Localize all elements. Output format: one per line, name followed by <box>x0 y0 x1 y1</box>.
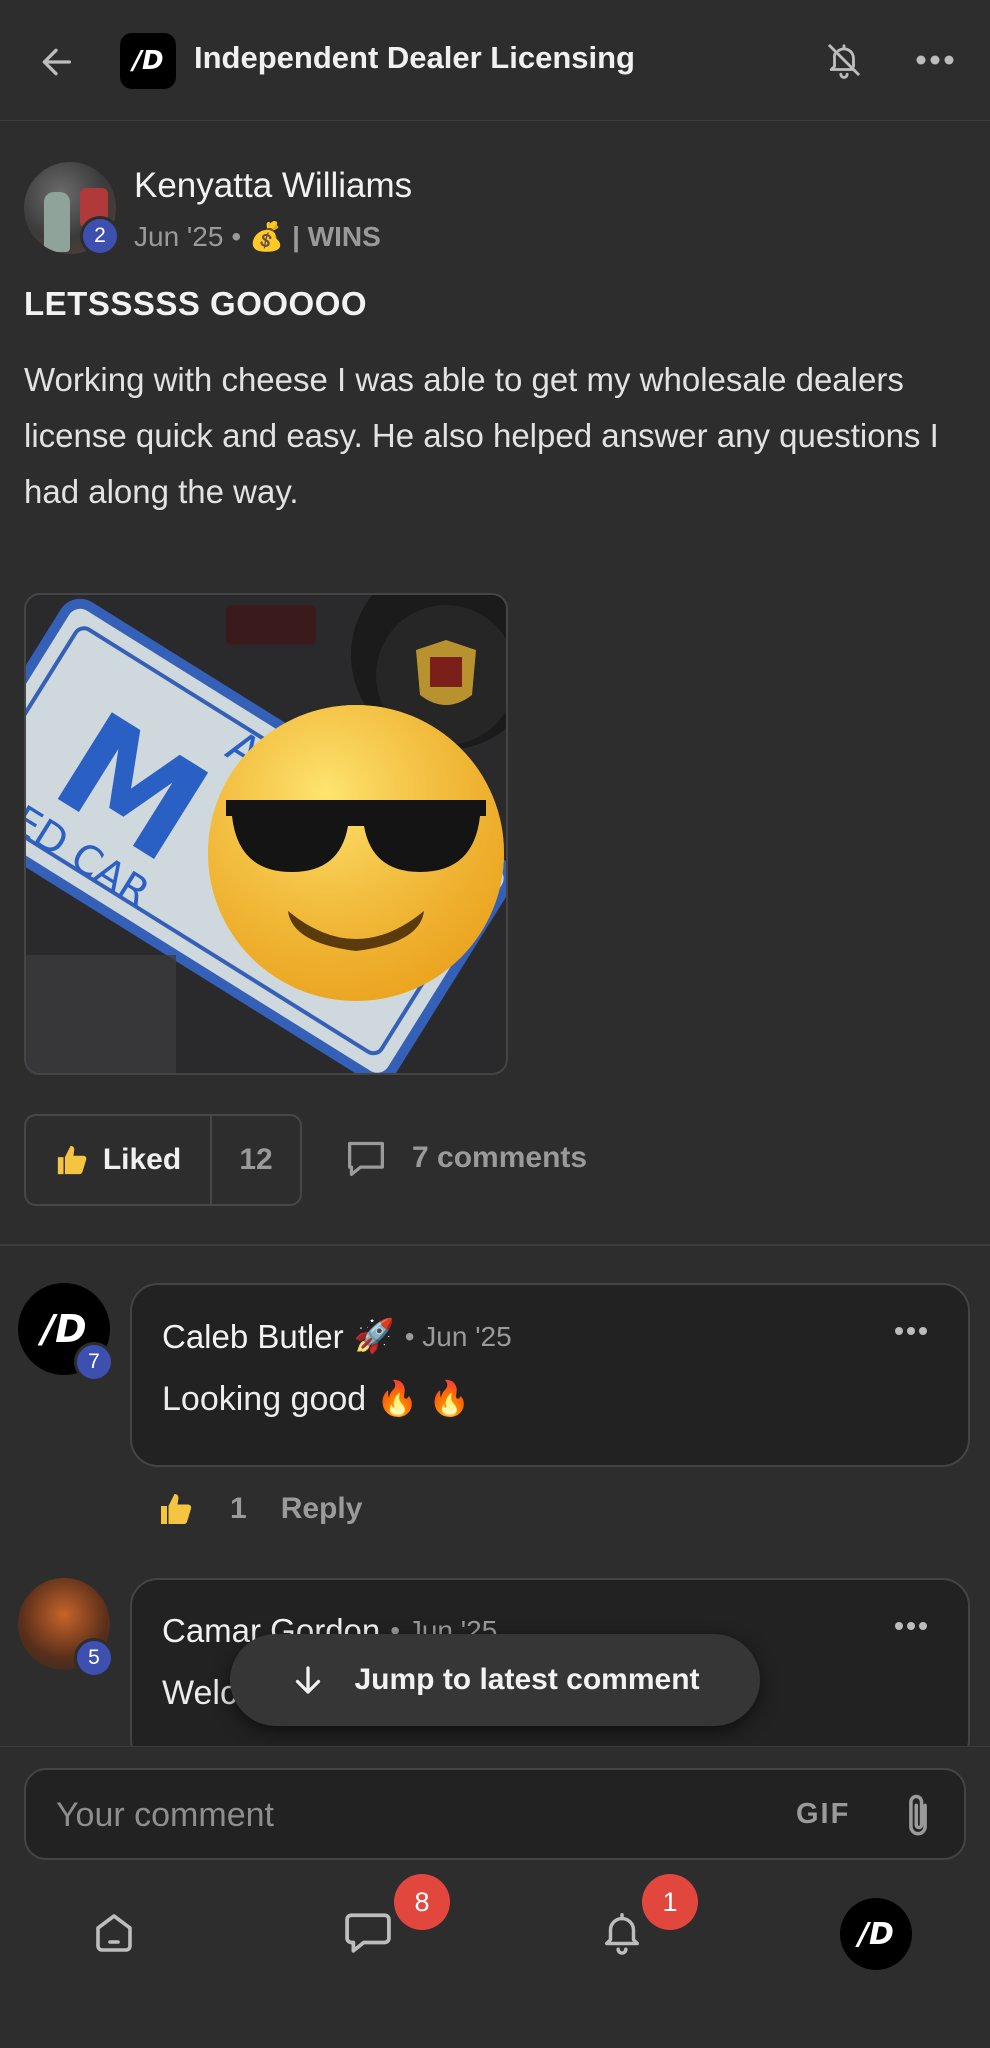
comments-link[interactable]: 7 comments <box>344 1138 587 1178</box>
chat-icon <box>345 1913 391 1953</box>
comment-text-row: Welc <box>162 1674 237 1713</box>
comment-emoji: 🔥 🔥 <box>376 1380 471 1418</box>
chat-badge: 8 <box>394 1874 450 1930</box>
like-count[interactable]: 12 <box>212 1116 300 1204</box>
comments-count: 7 comments <box>412 1141 588 1174</box>
like-label: Liked <box>102 1143 182 1176</box>
paperclip-icon <box>909 1794 927 1836</box>
nav-chat[interactable] <box>336 1900 400 1964</box>
reply-button[interactable]: Reply <box>281 1492 363 1526</box>
more-horizontal-icon <box>895 1622 927 1630</box>
arrow-left-icon <box>42 48 72 76</box>
post-detail-screen: /D Independent Dealer Licensing 2 Kenyat… <box>0 0 990 2048</box>
thumbs-up-icon <box>57 1145 87 1175</box>
post-meta: Jun '25 • 💰 | WINS <box>134 220 381 253</box>
avatar-photo-detail <box>44 192 70 252</box>
jump-label: Jump to latest comment <box>354 1663 700 1696</box>
mute-notifications-button[interactable] <box>820 36 868 84</box>
notifications-badge: 1 <box>642 1874 698 1930</box>
more-horizontal-icon <box>895 1327 927 1335</box>
attach-button[interactable] <box>898 1790 938 1842</box>
commenter-level-badge: 7 <box>74 1342 114 1382</box>
commenter-name[interactable]: Caleb Butler <box>162 1318 344 1356</box>
group-logo[interactable]: /D <box>120 33 176 89</box>
nav-profile[interactable]: /D <box>840 1898 912 1970</box>
more-options-button[interactable] <box>910 36 960 84</box>
author-level-badge: 2 <box>80 216 120 256</box>
logo-mark: /D <box>858 1916 894 1952</box>
like-group: Liked 12 <box>24 1114 302 1206</box>
comment-bubble: Caleb Butler 🚀 • Jun '25 Looking good 🔥 … <box>130 1283 970 1467</box>
comment-text-row: Looking good 🔥 🔥 <box>162 1379 470 1419</box>
author-name[interactable]: Kenyatta Williams <box>134 166 412 206</box>
comment-bubble-icon <box>348 1141 384 1176</box>
post-category[interactable]: | WINS <box>292 221 381 253</box>
logo-mark: /D <box>132 46 164 76</box>
comment-text: Welc <box>162 1674 237 1712</box>
logo-mark: /D <box>41 1307 87 1351</box>
bell-icon <box>604 1913 640 1955</box>
comment-actions: 1 Reply <box>158 1492 362 1526</box>
comment-like-count[interactable]: 1 <box>230 1492 247 1526</box>
meta-separator: • <box>231 220 242 252</box>
comment-more-button[interactable] <box>894 1618 928 1636</box>
comment-composer: GIF <box>24 1768 966 1860</box>
commenter-emoji: 🚀 <box>353 1317 395 1354</box>
post-image[interactable]: M ARK ISED CAR <box>24 593 508 1075</box>
more-horizontal-icon <box>916 55 954 65</box>
jump-to-latest-button[interactable]: Jump to latest comment <box>230 1634 760 1726</box>
comment-text: Looking good <box>162 1379 367 1418</box>
arrow-down-icon <box>296 1666 321 1694</box>
comment-date: • Jun '25 <box>404 1320 512 1352</box>
section-divider <box>0 1244 990 1246</box>
nav-home[interactable] <box>82 1900 146 1964</box>
back-button[interactable] <box>34 40 78 84</box>
license-plate-photo: M ARK ISED CAR <box>26 595 506 1073</box>
bell-off-icon <box>828 44 860 79</box>
post-title: LETSSSSS GOOOOO <box>24 285 368 322</box>
category-emoji: 💰 <box>249 221 285 252</box>
like-button[interactable]: Liked <box>26 1116 212 1204</box>
commenter-level-badge: 5 <box>74 1638 114 1678</box>
comment-input[interactable] <box>56 1790 756 1840</box>
thumbs-up-icon[interactable] <box>158 1492 194 1526</box>
top-bar: /D Independent Dealer Licensing <box>0 0 990 121</box>
gif-button[interactable]: GIF <box>796 1798 850 1831</box>
home-icon <box>96 1914 132 1952</box>
group-title[interactable]: Independent Dealer Licensing <box>194 40 635 76</box>
comment-more-button[interactable] <box>894 1323 928 1341</box>
post-body: Working with cheese I was able to get my… <box>24 361 939 510</box>
comment-header: Caleb Butler 🚀 • Jun '25 <box>162 1317 512 1356</box>
post-date: Jun '25 <box>134 220 224 252</box>
